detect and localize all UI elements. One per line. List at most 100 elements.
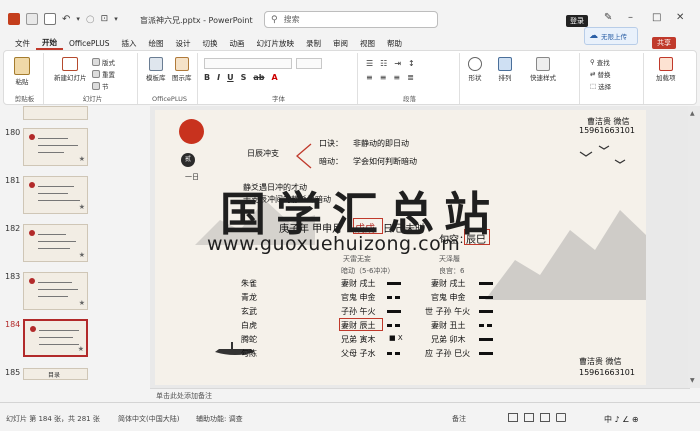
align-center-icon[interactable]: ≡ bbox=[380, 73, 387, 82]
star-icon: ★ bbox=[78, 299, 85, 307]
select-button[interactable]: ⬚ 选择 bbox=[590, 81, 611, 91]
language-indicator[interactable]: 简体中文(中国大陆) bbox=[118, 414, 179, 424]
watermark-url: www.guoxuehuizong.com bbox=[207, 233, 461, 255]
notes-toggle[interactable]: 备注 bbox=[452, 414, 466, 424]
tab-file[interactable]: 文件 bbox=[9, 38, 36, 49]
scroll-down-icon[interactable]: ▼ bbox=[690, 377, 695, 384]
tab-insert[interactable]: 插入 bbox=[115, 38, 142, 49]
tab-slideshow[interactable]: 幻灯片放映 bbox=[250, 38, 300, 49]
slide-sorter-icon[interactable] bbox=[524, 413, 534, 422]
underline-icon[interactable]: U bbox=[227, 73, 234, 82]
scroll-up-icon[interactable]: ▲ bbox=[690, 110, 695, 117]
indent-icon[interactable]: ⇥ bbox=[394, 59, 401, 68]
tab-review[interactable]: 审阅 bbox=[327, 38, 354, 49]
reset-button[interactable]: 重置 bbox=[92, 69, 115, 79]
tab-home[interactable]: 开始 bbox=[36, 37, 63, 50]
tab-officeplus[interactable]: OfficePLUS bbox=[63, 39, 115, 48]
quick-styles-button[interactable]: 快速样式 bbox=[530, 57, 556, 82]
reading-view-icon[interactable] bbox=[540, 413, 550, 422]
bullets-icon[interactable]: ☰ bbox=[366, 59, 373, 68]
font-size-dropdown[interactable] bbox=[296, 58, 322, 69]
font-name-dropdown[interactable] bbox=[204, 58, 292, 69]
spirit-label: 玄武 bbox=[241, 307, 257, 316]
tab-help[interactable]: 帮助 bbox=[381, 38, 408, 49]
left-line: 妻财 戌土 bbox=[341, 279, 376, 288]
section-icon bbox=[92, 81, 100, 90]
login-button[interactable]: 登录 bbox=[566, 15, 588, 27]
justify-icon[interactable]: ≣ bbox=[407, 73, 414, 82]
italic-icon[interactable]: I bbox=[217, 73, 220, 82]
align-left-icon[interactable]: ≡ bbox=[366, 73, 373, 82]
right-hexagram-note: 良宫：6 bbox=[439, 267, 465, 275]
align-right-icon[interactable]: ≡ bbox=[393, 73, 400, 82]
tab-draw[interactable]: 绘图 bbox=[142, 38, 169, 49]
shadow-icon[interactable]: S bbox=[241, 73, 247, 82]
customize-toolbar-icon[interactable]: ▾ bbox=[114, 15, 118, 23]
shapes-button[interactable]: 形状 bbox=[468, 57, 482, 82]
new-slide-button[interactable]: 新建幻灯片 bbox=[54, 57, 87, 82]
thumbnail-185[interactable]: 目录 bbox=[23, 368, 88, 380]
font-color-icon[interactable]: A bbox=[271, 73, 277, 82]
tab-record[interactable]: 录制 bbox=[300, 38, 327, 49]
numbering-icon[interactable]: ☷ bbox=[380, 59, 387, 68]
tab-design[interactable]: 设计 bbox=[169, 38, 196, 49]
addins-button[interactable]: 加载项 bbox=[656, 57, 676, 82]
right-line: 妻财 戌土 bbox=[431, 279, 466, 288]
star-icon: ★ bbox=[78, 203, 85, 211]
paragraph-row-1: ☰ ☷ ⇥ ↕ bbox=[366, 59, 415, 68]
pen-icon[interactable]: ✎ bbox=[604, 12, 612, 23]
template-library-button[interactable]: 模板库 bbox=[146, 57, 166, 82]
undo-dropdown-icon[interactable]: ▾ bbox=[76, 15, 80, 23]
slideshow-view-icon[interactable] bbox=[556, 413, 566, 422]
paste-button[interactable]: 粘贴 bbox=[14, 57, 30, 86]
layout-button[interactable]: 版式 bbox=[92, 57, 115, 67]
thumbnail-181[interactable]: ★ bbox=[23, 176, 88, 214]
redo-icon[interactable]: ○ bbox=[86, 14, 95, 25]
yin-line-mark bbox=[395, 324, 400, 327]
drawing-group: 形状 排列 快速样式 bbox=[464, 53, 580, 104]
normal-view-icon[interactable] bbox=[508, 413, 518, 422]
diagram-library-icon bbox=[174, 57, 189, 71]
rule2-text: 学会如何判断暗动 bbox=[353, 157, 417, 166]
yin-line-mark bbox=[387, 352, 392, 355]
thumbnail-180[interactable]: ★ bbox=[23, 128, 88, 166]
teacher-name-bottom: 曹洁贵 微信 bbox=[579, 357, 622, 366]
thumbnail-partial[interactable] bbox=[23, 106, 88, 120]
minimize-icon[interactable]: – bbox=[628, 12, 633, 23]
share-button[interactable]: 共享 bbox=[652, 37, 676, 49]
bold-icon[interactable]: B bbox=[204, 73, 210, 82]
accessibility-status[interactable]: 辅助功能: 调查 bbox=[196, 414, 243, 424]
autosave-toggle-icon[interactable] bbox=[26, 13, 38, 25]
search-box[interactable]: ⚲ 搜索 bbox=[264, 11, 438, 28]
strikethrough-icon[interactable]: ab bbox=[253, 73, 264, 82]
tab-animations[interactable]: 动画 bbox=[223, 38, 250, 49]
cloud-upload-button[interactable]: ☁ 无限上传 bbox=[584, 27, 638, 45]
thumbnail-184-selected[interactable]: ★ bbox=[23, 319, 88, 357]
moving-line-mark: ■ X bbox=[389, 334, 403, 342]
thumbnail-182[interactable]: ★ bbox=[23, 224, 88, 262]
right-line: 应 子孙 巳火 bbox=[425, 349, 471, 358]
save-icon[interactable] bbox=[44, 13, 56, 25]
system-tray[interactable]: 中 ♪ ∠ ⊕ bbox=[604, 414, 639, 425]
diagram-library-button[interactable]: 图示库 bbox=[172, 57, 192, 82]
replace-button[interactable]: ⇄ 替换 bbox=[590, 69, 610, 79]
tab-view[interactable]: 视图 bbox=[354, 38, 381, 49]
line-spacing-icon[interactable]: ↕ bbox=[408, 59, 415, 68]
arrange-button[interactable]: 排列 bbox=[498, 57, 512, 82]
notes-pane[interactable]: 单击此处添加备注 bbox=[150, 388, 690, 402]
thumbnail-183[interactable]: ★ bbox=[23, 272, 88, 310]
vertical-scrollbar[interactable]: ▲ ▼ bbox=[688, 106, 700, 388]
right-line: 妻财 丑土 bbox=[431, 321, 466, 330]
maximize-icon[interactable]: □ bbox=[652, 12, 661, 23]
undo-icon[interactable]: ↶ bbox=[62, 14, 70, 25]
tab-transitions[interactable]: 切换 bbox=[196, 38, 223, 49]
close-icon[interactable]: ✕ bbox=[676, 12, 684, 23]
font-group: B I U S ab A 字体 bbox=[200, 53, 358, 104]
find-button[interactable]: ⚲ 查找 bbox=[590, 57, 610, 67]
select-icon: ⬚ bbox=[590, 82, 597, 90]
section-button[interactable]: 节 bbox=[92, 81, 109, 91]
thumbnail-number: 182 bbox=[5, 224, 21, 233]
spirit-label: 勾陈 bbox=[241, 349, 257, 358]
star-icon: ★ bbox=[78, 155, 85, 163]
present-icon[interactable]: ⊡ bbox=[101, 14, 109, 24]
